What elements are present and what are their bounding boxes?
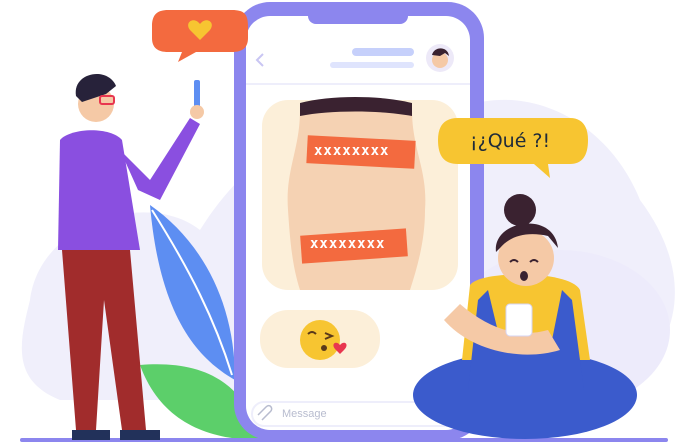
- phone-notch: [308, 4, 408, 24]
- censor-text-top: xxxxxxxx: [314, 143, 390, 159]
- censor-text-bottom: xxxxxxxx: [310, 236, 386, 252]
- message-input-placeholder[interactable]: Message: [282, 408, 327, 420]
- man-shoe-left: [72, 430, 110, 440]
- man-raised-arm: [120, 118, 200, 200]
- contact-status-bar: [330, 62, 414, 68]
- illustration-scene: xxxxxxxx xxxxxxxx ¡¿Qué ?! Message: [0, 0, 687, 448]
- illustration-svg: [20, 2, 675, 442]
- girl-speech-text: ¡¿Qué ?!: [470, 130, 551, 152]
- man-shoe-right: [120, 430, 160, 440]
- man-hand: [190, 105, 204, 119]
- girl-phone: [505, 303, 533, 337]
- man-torso: [58, 130, 140, 250]
- girl-hair-bun: [504, 194, 536, 226]
- contact-name-bar: [352, 48, 414, 56]
- kiss-emoji: [300, 320, 340, 360]
